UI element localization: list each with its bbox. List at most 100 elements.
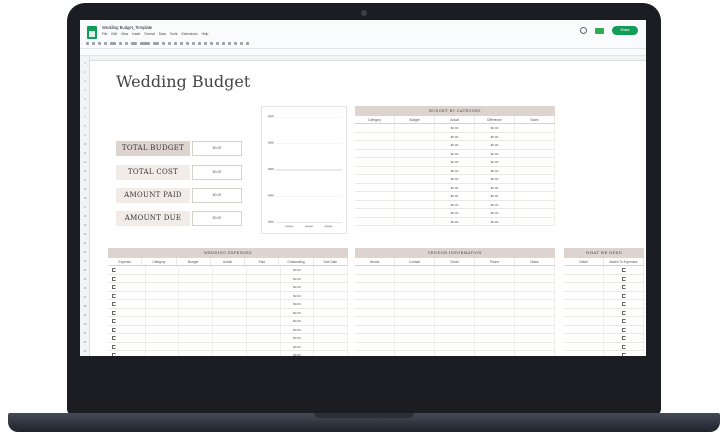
table-cell[interactable] [247,291,281,299]
table-cell[interactable] [604,308,644,316]
table-cell[interactable]: $0.00 [281,325,315,333]
table-cell[interactable] [213,291,247,299]
total-cost-value[interactable]: $0.00 [192,165,242,180]
table-cell[interactable] [515,200,555,208]
table-cell[interactable] [108,283,146,291]
table-cell[interactable] [108,317,146,325]
row-number[interactable]: 28 [80,305,90,308]
table-cell[interactable] [213,317,247,325]
table-cell[interactable]: $0.00 [475,183,515,191]
row-number[interactable]: 27 [80,296,90,299]
table-cell[interactable]: $0.00 [435,200,475,208]
table-cell[interactable] [564,274,604,282]
menu-edit[interactable]: Edit [111,32,117,36]
table-cell[interactable] [247,300,281,308]
table-cell[interactable] [395,124,435,132]
font-select[interactable] [140,41,150,45]
row-number[interactable]: 21 [80,242,90,245]
budget-summary-chart[interactable] [261,106,347,234]
table-cell[interactable] [355,300,395,308]
table-cell[interactable] [213,266,247,274]
checkbox[interactable] [621,336,626,340]
table-cell[interactable] [435,266,475,274]
row-number[interactable]: 24 [80,269,90,272]
row-number[interactable]: 3 [80,80,90,83]
row-number[interactable]: 32 [80,341,90,344]
table-cell[interactable] [355,132,395,140]
checkbox[interactable] [112,344,116,349]
table-cell[interactable] [179,351,214,356]
row-number[interactable]: 16 [80,197,90,200]
table-cell[interactable] [515,274,555,282]
table-cell[interactable] [314,342,349,350]
number-format-select[interactable] [131,41,137,45]
table-cell[interactable] [355,266,395,274]
table-cell[interactable]: $0.00 [281,351,315,356]
table-cell[interactable] [564,283,604,291]
table-cell[interactable]: $0.00 [281,266,315,274]
checkbox[interactable] [621,319,626,323]
table-cell[interactable] [213,308,247,316]
table-cell[interactable] [395,175,435,183]
table-cell[interactable] [108,334,146,342]
table-cell[interactable] [247,308,281,316]
table-cell[interactable] [395,308,435,316]
paint-format-icon[interactable] [104,41,107,45]
checkbox[interactable] [621,344,626,349]
checkbox[interactable] [112,353,116,356]
table-cell[interactable]: $0.00 [435,124,475,132]
table-cell[interactable] [395,266,435,274]
percent-icon[interactable] [125,41,128,45]
checkbox[interactable] [112,336,116,340]
checkbox[interactable] [112,319,116,323]
table-cell[interactable] [108,325,146,333]
table-cell[interactable] [355,351,395,356]
table-cell[interactable] [395,141,435,149]
table-cell[interactable] [604,325,644,333]
table-cell[interactable] [146,351,180,356]
total-budget-value[interactable]: $0.00 [192,141,242,156]
table-cell[interactable] [355,334,395,342]
table-cell[interactable]: $0.00 [435,217,475,225]
row-number[interactable]: 33 [80,350,90,353]
row-number[interactable]: 2 [80,71,90,74]
table-cell[interactable] [564,266,604,274]
table-cell[interactable] [395,325,435,333]
table-cell[interactable] [213,325,247,333]
row-number[interactable]: 4 [80,89,90,92]
table-cell[interactable] [355,342,395,350]
table-cell[interactable] [604,291,644,299]
table-cell[interactable] [355,217,395,225]
table-cell[interactable] [475,274,515,282]
row-number[interactable]: 5 [80,98,90,101]
table-cell[interactable] [355,325,395,333]
table-cell[interactable]: $0.00 [435,132,475,140]
table-cell[interactable]: $0.00 [435,158,475,166]
functions-icon[interactable] [246,41,249,45]
table-cell[interactable]: $0.00 [435,192,475,200]
table-cell[interactable] [604,274,644,282]
row-number[interactable]: 12 [80,161,90,164]
table-cell[interactable] [108,308,146,316]
table-cell[interactable] [395,200,435,208]
table-cell[interactable] [515,217,555,225]
table-cell[interactable] [515,175,555,183]
checkbox[interactable] [621,302,626,306]
table-cell[interactable] [435,291,475,299]
table-cell[interactable] [604,317,644,325]
table-cell[interactable]: $0.00 [435,149,475,157]
undo-icon[interactable] [86,41,89,45]
row-number[interactable]: 11 [80,152,90,155]
table-cell[interactable] [515,342,555,350]
row-number[interactable]: 14 [80,179,90,182]
table-cell[interactable] [395,166,435,174]
table-cell[interactable] [355,308,395,316]
table-cell[interactable] [213,283,247,291]
table-cell[interactable] [213,351,247,356]
table-cell[interactable] [179,300,214,308]
table-cell[interactable] [247,274,281,282]
checkbox[interactable] [621,293,626,298]
borders-icon[interactable] [192,41,195,45]
checkbox[interactable] [621,285,626,289]
italic-icon[interactable] [168,41,171,45]
